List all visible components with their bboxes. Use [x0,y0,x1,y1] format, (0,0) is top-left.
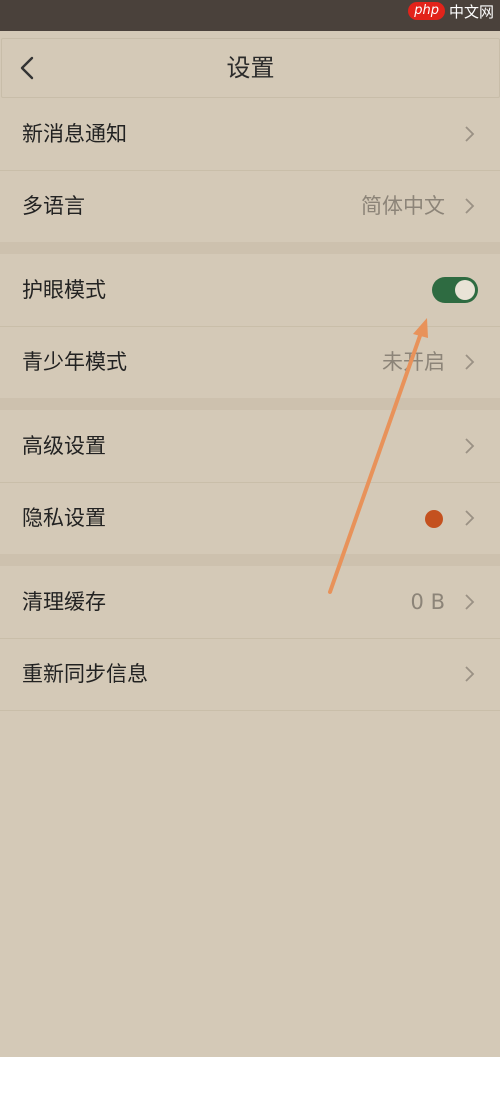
settings-group-advanced: 高级设置 隐私设置 [0,410,500,554]
row-new-message-notification[interactable]: 新消息通知 [0,98,500,170]
row-label: 护眼模式 [22,278,106,302]
row-advanced-settings[interactable]: 高级设置 [0,410,500,482]
row-label: 新消息通知 [22,122,127,146]
settings-group-modes: 护眼模式 青少年模式 未开启 [0,254,500,398]
status-bar: php 中文网 [0,0,500,31]
navigation-bar: 设置 [1,38,500,98]
settings-group-data: 清理缓存 0 B 重新同步信息 [0,566,500,710]
row-label: 清理缓存 [22,590,106,614]
row-teen-mode[interactable]: 青少年模式 未开启 [0,326,500,398]
chevron-right-icon [465,666,475,682]
chevron-right-icon [465,510,475,526]
settings-screen: 设置 新消息通知 多语言 简体中文 护眼模式 青少年模式 未开启 高级设置 隐私… [0,31,500,1057]
row-privacy-settings[interactable]: 隐私设置 [0,482,500,554]
row-label: 青少年模式 [22,350,127,374]
group-divider [0,554,500,566]
row-value: 未开启 [382,350,445,374]
row-value: 0 B [410,590,445,614]
watermark: php 中文网 [408,0,494,22]
settings-group-general: 新消息通知 多语言 简体中文 [0,98,500,242]
chevron-right-icon [465,198,475,214]
row-label: 重新同步信息 [22,662,148,686]
row-label: 多语言 [22,194,85,218]
watermark-logo: php [408,2,445,20]
group-divider [0,242,500,254]
eye-protection-toggle[interactable] [432,277,478,303]
row-language[interactable]: 多语言 简体中文 [0,170,500,242]
row-value: 简体中文 [361,194,445,218]
chevron-right-icon [465,438,475,454]
group-divider [0,398,500,410]
watermark-text: 中文网 [448,2,494,21]
row-label: 隐私设置 [22,506,106,530]
row-clear-cache[interactable]: 清理缓存 0 B [0,566,500,638]
page-title: 设置 [226,54,275,82]
chevron-right-icon [465,594,475,610]
row-eye-protection-mode[interactable]: 护眼模式 [0,254,500,326]
list-end-divider [0,710,500,711]
notification-dot-badge [425,510,443,528]
row-resync-info[interactable]: 重新同步信息 [0,638,500,710]
toggle-knob [455,280,475,300]
row-label: 高级设置 [22,434,106,458]
chevron-right-icon [465,126,475,142]
chevron-right-icon [465,354,475,370]
